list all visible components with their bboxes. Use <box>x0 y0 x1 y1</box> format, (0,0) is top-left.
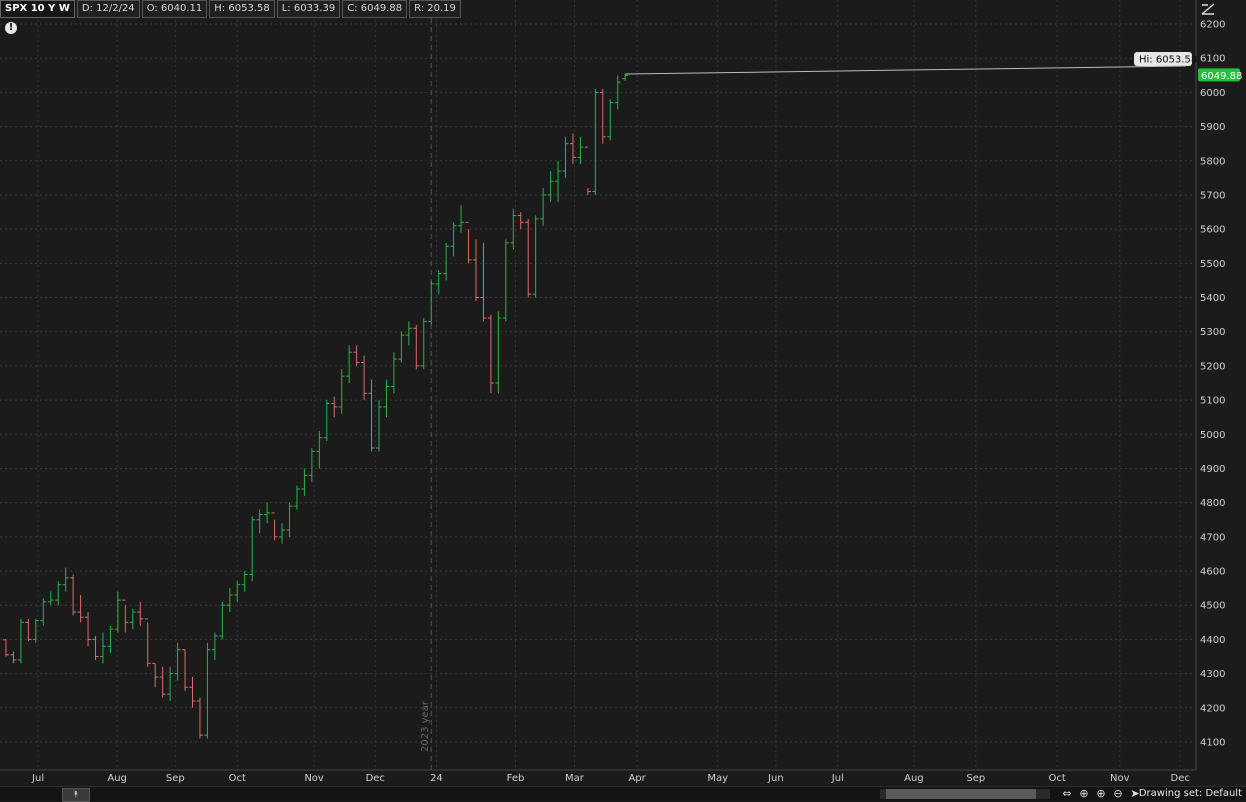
time-tick-label: Jun <box>767 773 784 784</box>
price-tick-label: 5200 <box>1200 361 1225 372</box>
price-tick-label: 5500 <box>1200 259 1225 270</box>
time-tick-label: Apr <box>628 773 646 784</box>
price-tick-label: 4700 <box>1200 532 1225 543</box>
time-tick-label: Feb <box>507 773 525 784</box>
warning-icon[interactable]: ! <box>5 22 17 34</box>
time-tick-label: 24 <box>430 773 443 784</box>
time-tick-label: Dec <box>1171 773 1190 784</box>
time-tick-label: Nov <box>1110 773 1130 784</box>
time-tick-label: Nov <box>304 773 324 784</box>
pan-arrows-icon[interactable]: ⇔ <box>1060 787 1074 801</box>
time-tick-label: Aug <box>107 773 127 784</box>
drawing-tools-icon[interactable] <box>1200 2 1216 16</box>
time-tick-label: Sep <box>166 773 185 784</box>
crosshair-icon[interactable]: ⊕ <box>1077 787 1091 801</box>
price-chart[interactable]: 2023 year 4100 4200 4300 4400 4500 4600 4700 48… <box>0 0 1246 786</box>
symbol-selector[interactable]: SPX 10 Y W <box>0 0 75 18</box>
time-tick-label: Jul <box>831 773 844 784</box>
price-tick-label: 5700 <box>1200 190 1225 201</box>
price-tick-label: 5900 <box>1200 122 1225 133</box>
price-tick-label: 5300 <box>1200 327 1225 338</box>
last-price-label: 6049.88 <box>1201 71 1242 82</box>
bar-high: H: 6053.58 <box>209 0 275 18</box>
price-tick-label: 4300 <box>1200 669 1225 680</box>
time-tick-label: Mar <box>565 773 585 784</box>
time-tick-label: May <box>707 773 728 784</box>
price-tick-label: 5400 <box>1200 293 1225 304</box>
price-tick-label: 4500 <box>1200 601 1225 612</box>
price-tick-label: 4600 <box>1200 567 1225 578</box>
year-separator-label: 2023 year <box>420 700 431 752</box>
zoom-in-icon[interactable]: ⊕ <box>1094 787 1108 801</box>
zoom-out-icon[interactable]: ⊖ <box>1111 787 1125 801</box>
price-tick-label: 6100 <box>1200 54 1225 65</box>
time-tick-label: Oct <box>1048 773 1065 784</box>
price-tick-label: 6200 <box>1200 20 1225 31</box>
price-tick-label: 5800 <box>1200 156 1225 167</box>
chart-toolbar: ⯭ ⇔ ⊕ ⊕ ⊖ ➤ Drawing set: Default <box>0 786 1246 802</box>
price-tick-label: 6000 <box>1200 88 1225 99</box>
time-tick-label: Dec <box>366 773 385 784</box>
time-tick-label: Aug <box>904 773 924 784</box>
price-tick-label: 4800 <box>1200 498 1225 509</box>
bar-close: C: 6049.88 <box>342 0 408 18</box>
bar-range: R: 20.19 <box>409 0 461 18</box>
bar-open: O: 6040.11 <box>141 0 208 18</box>
price-tick-label: 4900 <box>1200 464 1225 475</box>
price-tick-label: 5100 <box>1200 396 1225 407</box>
last-price-tag: 6049.88 <box>1198 68 1242 82</box>
price-tick-label: 4400 <box>1200 635 1225 646</box>
drawing-set-label[interactable]: Drawing set: Default <box>1139 787 1242 801</box>
bar-low: L: 6033.39 <box>276 0 341 18</box>
price-tick-label: 5600 <box>1200 225 1225 236</box>
high-price-label: Hi: 6053.58 <box>1139 55 1197 66</box>
time-tick-label: Jul <box>31 773 44 784</box>
price-tick-label: 5000 <box>1200 430 1225 441</box>
chart-scrollbar-thumb[interactable] <box>886 789 1036 799</box>
time-tick-label: Oct <box>229 773 246 784</box>
price-tick-label: 4200 <box>1200 703 1225 714</box>
price-tick-label: 4100 <box>1200 738 1225 749</box>
quote-header: SPX 10 Y W D: 12/2/24 O: 6040.11 H: 6053… <box>0 0 461 18</box>
time-tick-label: Sep <box>966 773 985 784</box>
bar-date: D: 12/2/24 <box>76 0 140 18</box>
